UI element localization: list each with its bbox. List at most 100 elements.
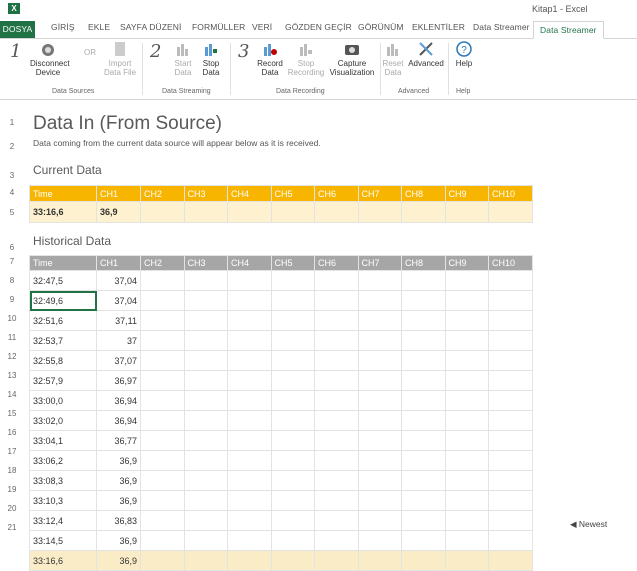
cell[interactable] xyxy=(314,510,359,531)
cell[interactable] xyxy=(183,390,228,411)
cell[interactable] xyxy=(314,430,359,451)
cell[interactable] xyxy=(270,390,315,411)
column-header[interactable]: CH6 xyxy=(314,255,359,271)
row-header[interactable]: 3 xyxy=(0,171,24,180)
cell[interactable] xyxy=(314,310,359,331)
cell[interactable] xyxy=(314,550,359,571)
cell[interactable] xyxy=(183,550,228,571)
cell[interactable] xyxy=(140,330,185,351)
cell[interactable] xyxy=(183,290,228,311)
cell[interactable] xyxy=(270,470,315,491)
cell[interactable] xyxy=(444,550,489,571)
time-cell[interactable]: 33:04,1 xyxy=(29,430,97,451)
cell[interactable] xyxy=(444,201,489,223)
row-header[interactable]: 17 xyxy=(0,447,24,456)
cell[interactable] xyxy=(357,430,402,451)
cell[interactable] xyxy=(357,290,402,311)
cell[interactable] xyxy=(140,270,185,291)
cell[interactable] xyxy=(488,270,533,291)
disconnect-device-button[interactable]: Disconnect Device xyxy=(30,41,70,77)
cell[interactable] xyxy=(444,490,489,511)
column-header[interactable]: CH4 xyxy=(227,185,272,202)
cell[interactable] xyxy=(488,390,533,411)
cell[interactable] xyxy=(140,490,185,511)
cell[interactable] xyxy=(183,510,228,531)
cell[interactable] xyxy=(140,310,185,331)
cell[interactable] xyxy=(488,330,533,351)
ch1-cell[interactable]: 37 xyxy=(96,330,141,351)
cell[interactable] xyxy=(183,310,228,331)
cell[interactable] xyxy=(270,270,315,291)
column-header[interactable]: CH2 xyxy=(140,185,185,202)
row-header[interactable]: 2 xyxy=(0,142,24,151)
capture-visualization-button[interactable]: Capture Visualization xyxy=(328,41,376,77)
column-header[interactable]: CH5 xyxy=(270,185,315,202)
cell[interactable] xyxy=(488,350,533,371)
cell[interactable] xyxy=(357,310,402,331)
row-header[interactable]: 18 xyxy=(0,466,24,475)
time-cell[interactable]: 32:55,8 xyxy=(29,350,97,371)
cell[interactable] xyxy=(183,350,228,371)
cell[interactable] xyxy=(357,510,402,531)
cell[interactable] xyxy=(314,470,359,491)
column-header[interactable]: CH7 xyxy=(357,255,402,271)
cell[interactable] xyxy=(270,490,315,511)
cell[interactable] xyxy=(140,510,185,531)
cell[interactable] xyxy=(270,450,315,471)
current-time-cell[interactable]: 33:16,6 xyxy=(29,201,97,223)
advanced-button[interactable]: Advanced xyxy=(406,41,446,68)
ch1-cell[interactable]: 36,9 xyxy=(96,470,141,491)
tab-data[interactable]: VERİ xyxy=(252,22,272,38)
cell[interactable] xyxy=(314,270,359,291)
cell[interactable] xyxy=(270,310,315,331)
row-header[interactable]: 8 xyxy=(0,276,24,285)
cell[interactable] xyxy=(140,370,185,391)
cell[interactable] xyxy=(314,450,359,471)
cell[interactable] xyxy=(401,390,446,411)
cell[interactable] xyxy=(227,330,272,351)
row-header[interactable]: 13 xyxy=(0,371,24,380)
row-header[interactable]: 4 xyxy=(0,188,24,197)
column-header[interactable]: CH9 xyxy=(444,185,489,202)
time-cell[interactable]: 33:12,4 xyxy=(29,510,97,531)
cell[interactable] xyxy=(140,350,185,371)
cell[interactable] xyxy=(140,470,185,491)
cell[interactable] xyxy=(401,290,446,311)
cell[interactable] xyxy=(401,310,446,331)
cell[interactable] xyxy=(357,270,402,291)
ch1-cell[interactable]: 37,11 xyxy=(96,310,141,331)
cell[interactable] xyxy=(444,330,489,351)
cell[interactable] xyxy=(227,270,272,291)
cell[interactable] xyxy=(314,350,359,371)
cell[interactable] xyxy=(357,350,402,371)
cell[interactable] xyxy=(270,510,315,531)
cell[interactable] xyxy=(270,410,315,431)
cell[interactable] xyxy=(488,510,533,531)
cell[interactable] xyxy=(357,201,402,223)
cell[interactable] xyxy=(140,410,185,431)
cell[interactable] xyxy=(140,201,185,223)
column-header[interactable]: CH5 xyxy=(270,255,315,271)
cell[interactable] xyxy=(444,290,489,311)
time-cell[interactable]: 33:02,0 xyxy=(29,410,97,431)
row-header[interactable]: 9 xyxy=(0,295,24,304)
cell[interactable] xyxy=(488,290,533,311)
cell[interactable] xyxy=(183,490,228,511)
ch1-cell[interactable]: 36,94 xyxy=(96,410,141,431)
tab-file[interactable]: DOSYA xyxy=(0,21,35,38)
cell[interactable] xyxy=(401,490,446,511)
row-header[interactable]: 12 xyxy=(0,352,24,361)
cell[interactable] xyxy=(488,201,533,223)
cell[interactable] xyxy=(140,550,185,571)
cell[interactable] xyxy=(314,410,359,431)
record-data-button[interactable]: Record Data xyxy=(256,41,284,77)
cell[interactable] xyxy=(227,470,272,491)
row-header[interactable]: 16 xyxy=(0,428,24,437)
cell[interactable] xyxy=(401,550,446,571)
cell[interactable] xyxy=(227,310,272,331)
row-header[interactable]: 14 xyxy=(0,390,24,399)
tab-addins[interactable]: EKLENTİLER xyxy=(412,22,465,38)
time-cell[interactable]: 33:06,2 xyxy=(29,450,97,471)
time-cell[interactable]: 32:51,6 xyxy=(29,310,97,331)
time-cell[interactable]: 32:47,5 xyxy=(29,270,97,291)
